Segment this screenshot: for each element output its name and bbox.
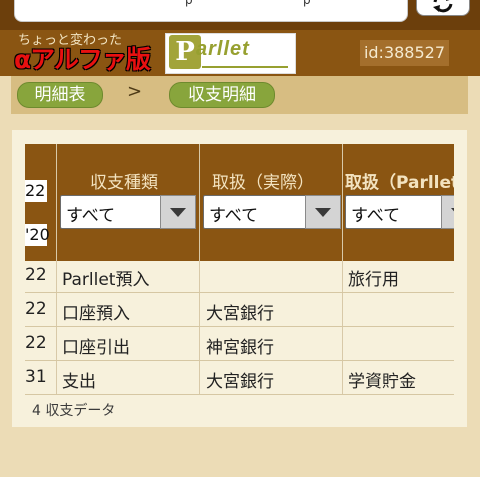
record-count: 4 収支データ (32, 403, 116, 419)
date-filter-value[interactable]: 22 (25, 180, 47, 202)
url-bar[interactable]: p p (14, 0, 408, 22)
row-divider (25, 360, 454, 361)
cell-parllet: 旅行用 (348, 270, 399, 290)
parllet-filter-select[interactable]: すべて (345, 195, 454, 229)
breadcrumb-statement-list[interactable]: 明細表 (17, 82, 103, 108)
column-divider (342, 144, 343, 394)
url-fragment: p (303, 0, 311, 7)
date-filter-value[interactable]: '20 (25, 224, 50, 246)
type-filter-value: すべて (66, 206, 116, 226)
chevron-down-icon (441, 195, 454, 229)
site-logo[interactable]: ちょっと変わった αアルファ版 (14, 32, 162, 76)
parllet-logo[interactable]: P arllet (165, 33, 296, 74)
main-panel: 22 '20 収支種類 取扱（実際） 取扱（Parllet すべて すべて すべ… (12, 130, 467, 427)
row-divider (25, 292, 454, 293)
cell-type: 口座引出 (62, 338, 130, 358)
browser-toolbar: p p (0, 0, 480, 30)
cell-date: 31 (25, 367, 47, 387)
cell-type: Parllet預入 (62, 270, 150, 290)
parllet-filter-value: すべて (351, 206, 401, 226)
cell-date: 22 (25, 265, 47, 285)
reload-button[interactable] (416, 0, 470, 16)
actual-filter-select[interactable]: すべて (203, 195, 341, 229)
column-header-handling-parllet[interactable]: 取扱（Parllet (345, 168, 454, 193)
actual-filter-value: すべて (209, 206, 259, 226)
cell-actual: 大宮銀行 (206, 304, 274, 324)
user-id-badge: id:388527 (360, 40, 449, 66)
row-divider (25, 326, 454, 327)
row-divider (25, 394, 454, 395)
transaction-table: 22 '20 収支種類 取扱（実際） 取扱（Parllet すべて すべて すべ… (25, 144, 454, 396)
url-fragment: p (185, 0, 193, 7)
cell-type: 口座預入 (62, 304, 130, 324)
cell-type: 支出 (62, 372, 96, 392)
column-header-type[interactable]: 収支種類 (90, 168, 158, 193)
chevron-down-icon (305, 195, 341, 229)
cell-parllet: 学資貯金 (348, 372, 416, 392)
cell-actual: 神宮銀行 (206, 338, 274, 358)
logo-wordmark: arllet (196, 38, 250, 60)
breadcrumb-separator: > (127, 81, 143, 102)
chevron-down-icon (160, 195, 196, 229)
logo-title: αアルファ版 (14, 45, 151, 74)
column-divider (199, 144, 200, 394)
cell-date: 22 (25, 333, 47, 353)
breadcrumb: 明細表 > 収支明細 (11, 76, 468, 114)
type-filter-select[interactable]: すべて (60, 195, 196, 229)
logo-underline (202, 66, 288, 68)
cell-actual: 大宮銀行 (206, 372, 274, 392)
breadcrumb-income-expense[interactable]: 収支明細 (169, 82, 275, 108)
cell-date: 22 (25, 299, 47, 319)
column-divider (56, 144, 57, 394)
column-header-handling-actual[interactable]: 取扱（実際） (212, 168, 314, 193)
reload-icon (433, 0, 453, 13)
